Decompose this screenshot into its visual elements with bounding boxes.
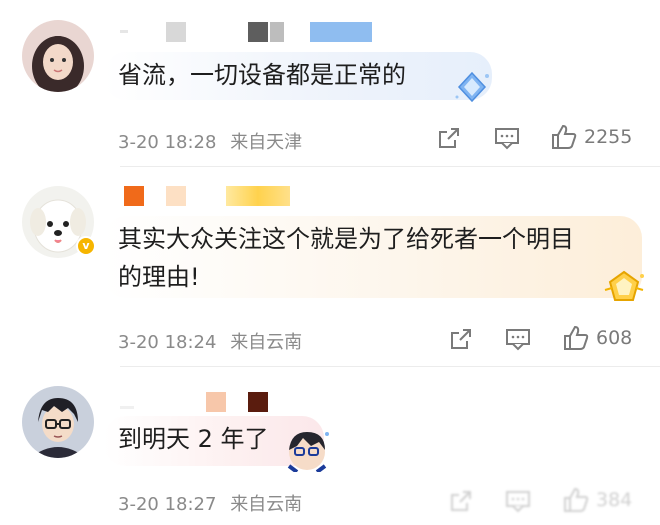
share-icon [439, 128, 459, 148]
comment-text-line-2: 的理由! [118, 263, 200, 291]
comment-text: 省流，一切设备都是正常的 [118, 61, 406, 89]
comment-date: 3-20 18:27 [118, 494, 217, 515]
share-icon [451, 329, 471, 349]
comment-meta: 3-20 18:28 来自天津 [118, 128, 310, 154]
share-button[interactable] [449, 489, 473, 513]
reply-button[interactable] [494, 126, 520, 150]
divider [120, 166, 660, 167]
comment-icon [506, 329, 530, 351]
like-count: 608 [596, 327, 633, 349]
comment-date: 3-20 18:24 [118, 332, 217, 353]
comment-text-line-1: 其实大众关注这个就是为了给死者一个明目 [118, 225, 574, 253]
share-button[interactable] [437, 126, 461, 150]
reply-button[interactable] [505, 489, 531, 513]
comment-icon [506, 491, 530, 513]
divider [120, 366, 660, 367]
reply-button[interactable] [505, 327, 531, 351]
like-icon [564, 325, 589, 350]
comment-item-1: 省流，一切设备都是正常的 3-20 18:28 来自天津 2255 [0, 0, 660, 168]
comment-item-2: v 其实大众关注这个就是为了给死者一个明目 的理由! 3-20 18:24 来自… [0, 168, 660, 368]
verified-badge-icon: v [76, 236, 96, 256]
avatar[interactable] [22, 386, 94, 458]
comment-location: 来自云南 [230, 332, 303, 353]
like-button[interactable]: 384 [562, 486, 632, 514]
sticker-icon [287, 432, 329, 472]
comment-location: 来自天津 [230, 132, 303, 153]
avatar-anime-boy-icon [22, 386, 94, 458]
comment-item-3: 到明天 2 年了 3-20 18:27 来自云南 384 [0, 368, 660, 525]
avatar-girl-icon [22, 20, 94, 92]
like-count: 2255 [584, 126, 633, 148]
diamond-badge-icon [455, 71, 489, 103]
comment-location: 来自云南 [230, 494, 303, 515]
gold-badge-icon [604, 270, 644, 301]
like-button[interactable]: 608 [562, 324, 632, 352]
share-button[interactable] [449, 327, 473, 351]
comment-meta: 3-20 18:27 来自云南 [118, 490, 310, 516]
comment-text: 到明天 2 年了 [118, 425, 269, 453]
like-count: 384 [596, 489, 633, 511]
like-button[interactable]: 2255 [550, 123, 632, 151]
like-icon [564, 487, 589, 512]
comment-meta: 3-20 18:24 来自云南 [118, 328, 310, 354]
share-icon [451, 491, 471, 511]
comment-date: 3-20 18:28 [118, 132, 217, 153]
comment-icon [495, 128, 519, 150]
avatar[interactable] [22, 20, 94, 92]
like-icon [552, 124, 577, 149]
